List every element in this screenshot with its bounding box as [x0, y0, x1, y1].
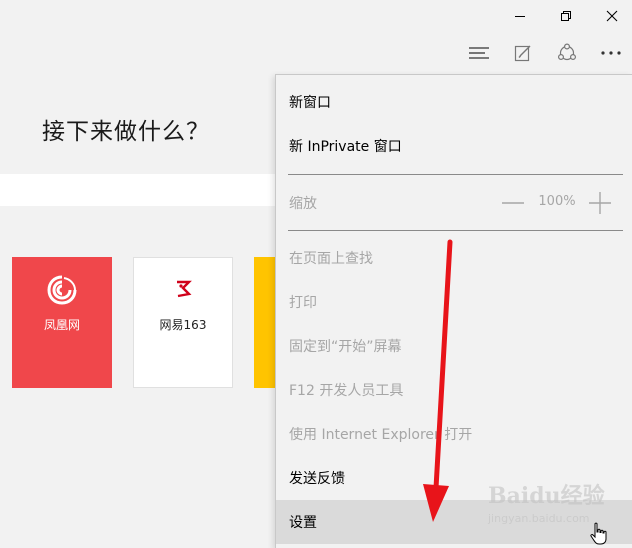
menu-item-find-on-page[interactable]: 在页面上查找 — [276, 236, 632, 280]
menu-item-print[interactable]: 打印 — [276, 280, 632, 324]
menu-divider — [288, 174, 623, 175]
restore-icon — [561, 11, 571, 21]
share-button[interactable] — [547, 36, 587, 70]
web-note-icon — [514, 45, 531, 62]
menu-item-f12-tools[interactable]: F12 开发人员工具 — [276, 368, 632, 412]
menu-item-new-window[interactable]: 新窗口 — [276, 80, 632, 124]
more-button[interactable] — [591, 36, 631, 70]
hub-icon — [469, 47, 489, 59]
minus-icon — [502, 202, 524, 204]
plus-icon — [589, 192, 611, 214]
netease-logo-icon — [134, 278, 232, 300]
close-button[interactable] — [589, 0, 632, 32]
ifeng-logo-icon — [13, 274, 111, 306]
tile-label: 凤凰网 — [43, 318, 80, 332]
menu-divider — [288, 230, 623, 231]
zoom-in-button[interactable] — [587, 191, 613, 215]
menu-item-new-inprivate[interactable]: 新 InPrivate 窗口 — [276, 124, 632, 168]
web-note-button[interactable] — [503, 36, 543, 70]
share-icon — [557, 43, 577, 61]
top-site-tile-ifeng[interactable]: 凤凰网 — [12, 257, 112, 388]
tile-label: 网易163 — [159, 318, 207, 332]
menu-item-open-with-ie[interactable]: 使用 Internet Explorer 打开 — [276, 412, 632, 456]
watermark-brand: Baidu经验 — [488, 483, 605, 509]
title-bar — [0, 0, 632, 32]
newtab-heading: 接下来做什么？ — [42, 119, 210, 145]
browser-toolbar — [0, 32, 632, 74]
hub-button[interactable] — [459, 36, 499, 70]
more-icon — [601, 51, 621, 55]
search-input[interactable] — [0, 174, 276, 206]
zoom-value: 100% — [538, 194, 576, 209]
restore-button[interactable] — [543, 0, 589, 32]
menu-item-pin-to-start[interactable]: 固定到“开始”屏幕 — [276, 324, 632, 368]
zoom-label: 缩放 — [289, 196, 317, 212]
minimize-icon — [515, 16, 525, 17]
more-actions-menu: 新窗口 新 InPrivate 窗口 缩放 100% 在页面上查找 打印 固定到… — [275, 74, 632, 548]
watermark-url: jingyan.baidu.com — [488, 512, 590, 525]
close-icon — [606, 10, 618, 22]
zoom-row: 缩放 100% — [276, 181, 632, 225]
top-site-tile-163[interactable]: 网易163 — [133, 257, 233, 388]
minimize-button[interactable] — [497, 0, 543, 32]
zoom-out-button[interactable] — [500, 191, 526, 215]
hand-cursor-icon — [590, 522, 607, 545]
